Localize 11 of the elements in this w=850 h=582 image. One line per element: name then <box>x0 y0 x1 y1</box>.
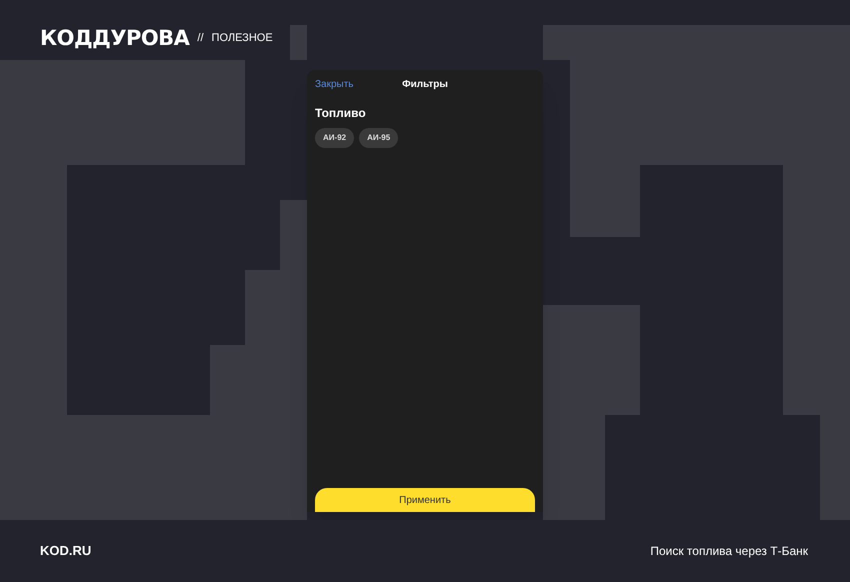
fuel-chip[interactable]: АИ-92 <box>315 128 354 148</box>
close-link[interactable]: Закрыть <box>315 76 354 92</box>
group-title: Топливо <box>315 105 367 122</box>
site-name[interactable]: KOD.RU <box>40 541 92 561</box>
sheet-title: Фильтры <box>402 78 448 92</box>
apply-button[interactable]: Применить <box>315 488 535 512</box>
footer-caption: Поиск топлива через Т-Банк <box>650 543 808 560</box>
fuel-chip[interactable]: АИ-95 <box>359 128 398 148</box>
separator: // <box>197 31 204 46</box>
logo[interactable]: КОДДУРОВА <box>40 28 190 49</box>
section-label: ПОЛЕЗНОЕ <box>212 31 273 46</box>
